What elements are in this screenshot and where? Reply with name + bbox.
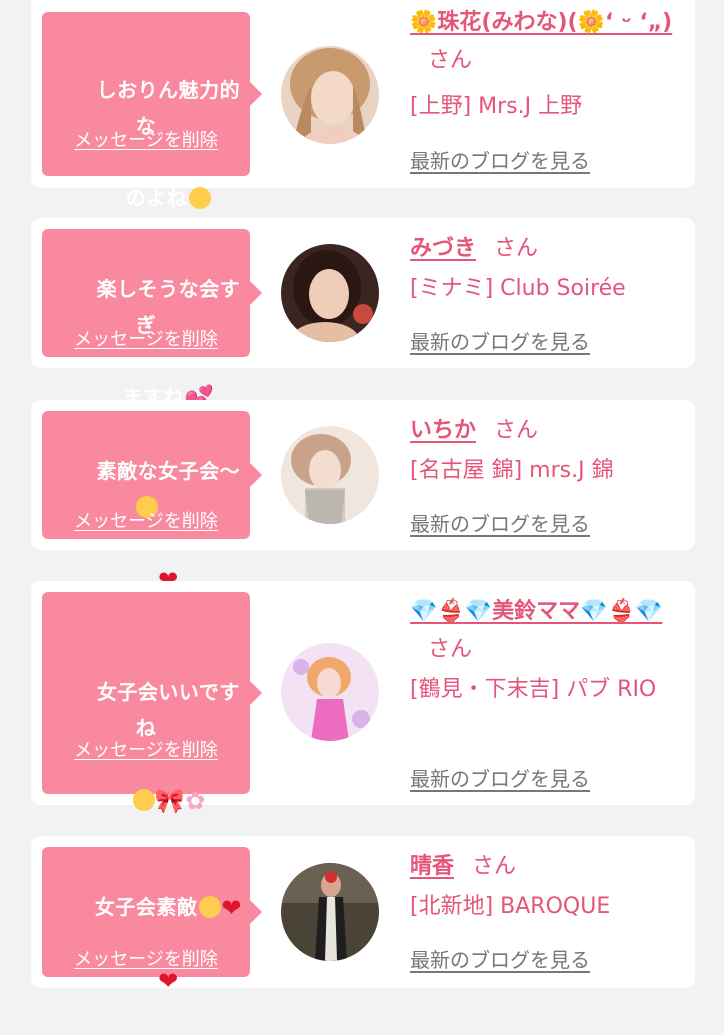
user-name-link[interactable]: いちか — [410, 418, 476, 443]
shop-label: [北新地] BAROQUE — [410, 894, 611, 919]
avatar[interactable] — [281, 46, 379, 144]
message-card: 女子会いいですね 🎀✿ メッセージを削除 💎👙💎美鈴ママ💎👙💎 さん [鶴見・下末… — [31, 581, 695, 815]
latest-blog-link[interactable]: 最新のブログを見る — [410, 326, 590, 355]
user-name-block: 💎👙💎美鈴ママ💎👙💎 さん — [410, 593, 680, 669]
avatar-dark-hair-woman-icon — [281, 244, 379, 342]
avatar-black-dress-woman-icon — [281, 863, 379, 961]
honorific: さん — [494, 418, 539, 443]
message-text: 女子会素敵 ❤ ❤ — [50, 853, 242, 1035]
cherry-blossom-icon: ✿ — [185, 787, 206, 815]
message-card: しおりん魅力的な のよね メッセージを削除 🌼珠花(みわな)(🌼‘ ᵕ ‘„) … — [31, 0, 695, 210]
drooling-face-icon — [199, 896, 222, 918]
delete-message-link[interactable]: メッセージを削除 — [42, 945, 250, 971]
latest-blog-link[interactable]: 最新のブログを見る — [410, 763, 590, 792]
delete-message-link[interactable]: メッセージを削除 — [42, 126, 250, 152]
message-bubble: 女子会素敵 ❤ ❤ メッセージを削除 — [42, 847, 262, 995]
ribbon-icon: 🎀 — [154, 787, 186, 815]
message-bubble: 女子会いいですね 🎀✿ メッセージを削除 — [42, 592, 262, 815]
user-name-link[interactable]: 💎👙💎美鈴ママ💎👙💎 — [410, 599, 662, 624]
honorific: さん — [428, 637, 473, 662]
user-name-block: 晴香 さん — [410, 848, 680, 886]
user-name-block: みづき さん — [410, 230, 680, 268]
avatar-light-woman-icon — [281, 426, 379, 524]
avatar-pink-hair-woman-icon — [281, 643, 379, 741]
delete-message-link[interactable]: メッセージを削除 — [42, 325, 250, 351]
avatar[interactable] — [281, 244, 379, 342]
user-name-block: 🌼珠花(みわな)(🌼‘ ᵕ ‘„) さん — [410, 4, 680, 80]
message-card: 素敵な女子会〜 ❤ メッセージを削除 いちか さん [名古屋 錦] mrs.J 錦… — [31, 400, 695, 594]
shop-label: [上野] Mrs.J 上野 — [410, 94, 583, 119]
heart-icon: ❤ — [221, 894, 242, 922]
avatar[interactable] — [281, 643, 379, 741]
message-bubble: 素敵な女子会〜 ❤ メッセージを削除 — [42, 411, 262, 594]
shop-label: [鶴見・下末吉] パブ RIO — [410, 677, 657, 702]
delete-message-link[interactable]: メッセージを削除 — [42, 736, 250, 762]
message-bubble: しおりん魅力的な のよね メッセージを削除 — [42, 12, 262, 210]
avatar[interactable] — [281, 863, 379, 961]
latest-blog-link[interactable]: 最新のブログを見る — [410, 508, 590, 537]
avatar-blonde-woman-icon — [281, 46, 379, 144]
user-name-link[interactable]: 🌼珠花(みわな)(🌼‘ ᵕ ‘„) — [410, 10, 672, 35]
pleading-face-icon — [189, 187, 212, 209]
latest-blog-link[interactable]: 最新のブログを見る — [410, 145, 590, 174]
message-card: 楽しそうな会すぎ ますね💕 メッセージを削除 みづき さん [ミナミ] Club … — [31, 218, 695, 412]
avatar[interactable] — [281, 426, 379, 524]
honorific: さん — [494, 236, 539, 261]
smiling-face-icon — [132, 789, 155, 811]
message-card: 女子会素敵 ❤ ❤ メッセージを削除 晴香 さん [北新地] BAROQUE 最新の… — [31, 836, 695, 995]
latest-blog-link[interactable]: 最新のブログを見る — [410, 944, 590, 973]
delete-message-link[interactable]: メッセージを削除 — [42, 507, 250, 533]
user-name-block: いちか さん — [410, 412, 680, 450]
honorific: さん — [428, 48, 473, 73]
shop-label: [名古屋 錦] mrs.J 錦 — [410, 458, 614, 483]
shop-label: [ミナミ] Club Soirée — [410, 276, 626, 301]
user-name-link[interactable]: みづき — [410, 236, 476, 261]
honorific: さん — [472, 854, 517, 879]
message-bubble: 楽しそうな会すぎ ますね💕 メッセージを削除 — [42, 229, 262, 412]
user-name-link[interactable]: 晴香 — [410, 854, 454, 879]
